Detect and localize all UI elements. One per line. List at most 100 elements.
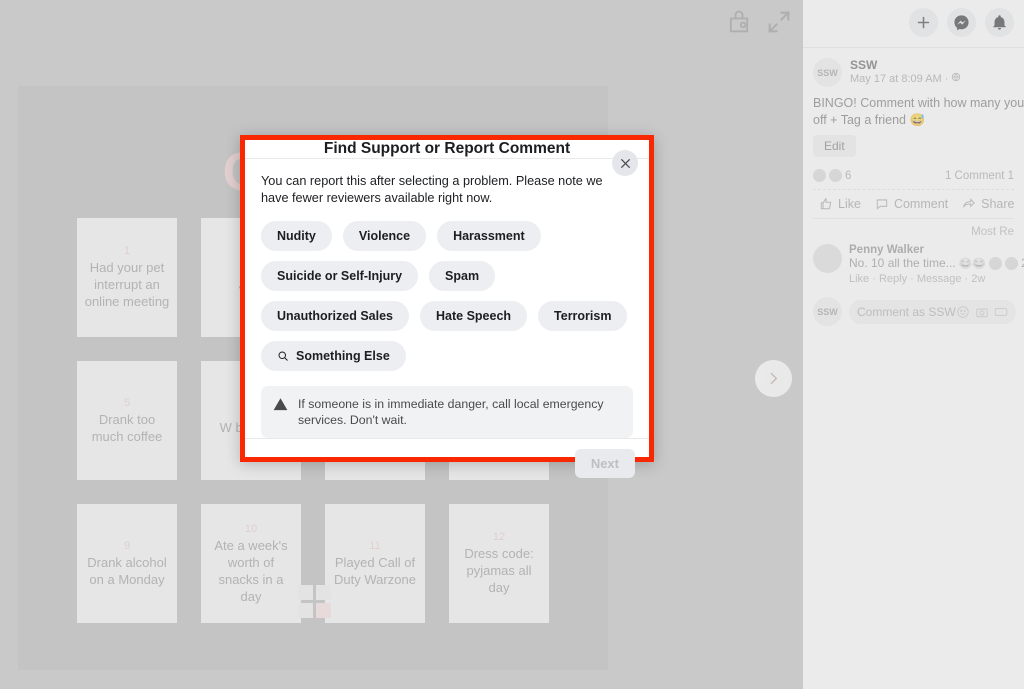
reaction-summary[interactable]: 6 — [813, 169, 851, 182]
report-option-nudity[interactable]: Nudity — [261, 221, 332, 251]
dialog-header: Find Support or Report Comment — [245, 140, 649, 159]
bingo-cell[interactable]: 5 Drank too much coffee — [77, 361, 177, 480]
post-body-line1: BINGO! Comment with how many you ma — [813, 95, 1014, 112]
cell-number: 5 — [124, 397, 130, 409]
close-button[interactable] — [612, 150, 638, 176]
share-arrow-icon — [962, 197, 976, 211]
bingo-cell[interactable]: 12 Dress code: pyjamas all day — [449, 504, 549, 623]
cell-text: Dress code: pyjamas all day — [455, 545, 543, 596]
option-label: Something Else — [296, 349, 390, 363]
warning-text: If someone is in immediate danger, call … — [298, 396, 621, 428]
option-label: Nudity — [277, 229, 316, 243]
option-label: Terrorism — [554, 309, 611, 323]
camera-icon — [975, 305, 989, 319]
reaction-count: 6 — [845, 170, 851, 182]
share-label: Share — [981, 197, 1014, 211]
avatar: SSW — [813, 297, 842, 326]
shopping-tag-icon[interactable] — [725, 8, 753, 36]
dialog-description: You can report this after selecting a pr… — [261, 173, 633, 207]
thumbs-up-icon — [819, 197, 833, 211]
expand-icon[interactable] — [765, 8, 793, 36]
comment-composer: SSW Comment as SSW — [813, 285, 1014, 326]
report-dialog: Find Support or Report Comment You can r… — [245, 140, 649, 457]
report-option-spam[interactable]: Spam — [429, 261, 495, 291]
post-timestamp[interactable]: May 17 at 8:09 AM — [850, 73, 942, 85]
post-sidebar: SSW SSW May 17 at 8:09 AM · BINGO! Comme… — [803, 0, 1024, 689]
edit-button[interactable]: Edit — [813, 135, 856, 157]
haha-reaction-icon — [829, 169, 842, 182]
dialog-title: Find Support or Report Comment — [324, 140, 570, 158]
warning-triangle-icon — [273, 397, 288, 412]
cell-text: Had your pet interrupt an online meeting — [83, 259, 171, 310]
cell-number: 1 — [124, 245, 130, 257]
report-options: Nudity Violence Harassment Suicide or Se… — [261, 221, 633, 371]
bingo-cell[interactable]: 1 Had your pet interrupt an online meeti… — [77, 218, 177, 337]
post-body-line2: off + Tag a friend 😅 — [813, 112, 1014, 129]
indicator-square — [298, 585, 313, 600]
comment-sort[interactable]: Most Re — [813, 219, 1014, 242]
post-header: SSW SSW May 17 at 8:09 AM · — [813, 58, 1014, 87]
like-reaction-icon — [989, 257, 1002, 270]
chevron-right-icon — [765, 370, 782, 387]
share-action[interactable]: Share — [962, 197, 1014, 211]
create-button[interactable] — [909, 8, 938, 37]
cell-number: 12 — [493, 531, 505, 543]
dialog-footer: Next — [245, 438, 649, 488]
like-action[interactable]: Like — [819, 197, 861, 211]
report-option-suicide-or-self-injury[interactable]: Suicide or Self-Injury — [261, 261, 418, 291]
next-button[interactable]: Next — [575, 449, 635, 478]
comment-emojis: 😂😂 — [959, 257, 986, 270]
page-indicator[interactable] — [298, 585, 331, 618]
comment-action[interactable]: Comment — [875, 197, 948, 211]
bingo-cell[interactable]: 11 Played Call of Duty Warzone — [325, 504, 425, 623]
rail-toolbar — [803, 0, 1024, 47]
close-icon — [619, 157, 632, 170]
report-option-unauthorized-sales[interactable]: Unauthorized Sales — [261, 301, 409, 331]
report-option-violence[interactable]: Violence — [343, 221, 426, 251]
comment-author[interactable]: Penny Walker — [849, 244, 1024, 256]
bingo-cell[interactable]: 9 Drank alcohol on a Monday — [77, 504, 177, 623]
cell-text: Drank too much coffee — [83, 411, 171, 445]
plus-icon — [915, 14, 932, 31]
report-option-hate-speech[interactable]: Hate Speech — [420, 301, 527, 331]
comment-input-box[interactable]: Comment as SSW — [849, 300, 1016, 324]
haha-reaction-icon — [1005, 257, 1018, 270]
post-author[interactable]: SSW — [850, 58, 961, 72]
cell-text: Ate a week's worth of snacks in a day — [207, 537, 295, 605]
like-label: Like — [838, 197, 861, 211]
next-photo-button[interactable] — [755, 360, 792, 397]
messenger-button[interactable] — [947, 8, 976, 37]
comment-input-placeholder: Comment as SSW — [857, 305, 956, 319]
composer-icons — [956, 305, 1008, 319]
dialog-body: You can report this after selecting a pr… — [245, 159, 649, 438]
comment-bubble-icon — [875, 197, 889, 211]
avatar[interactable] — [813, 244, 842, 273]
indicator-square — [316, 603, 331, 618]
option-label: Spam — [445, 269, 479, 283]
comment-count[interactable]: 1 Comment 1 — [945, 170, 1014, 182]
comment: Penny Walker No. 10 all the time... 😂😂 2… — [813, 242, 1014, 285]
post-counts: 6 1 Comment 1 — [813, 169, 1014, 182]
notifications-button[interactable] — [985, 8, 1014, 37]
emergency-warning: If someone is in immediate danger, call … — [261, 386, 633, 438]
post: SSW SSW May 17 at 8:09 AM · BINGO! Comme… — [803, 58, 1024, 326]
option-label: Harassment — [453, 229, 525, 243]
bingo-cell[interactable]: 10 Ate a week's worth of snacks in a day — [201, 504, 301, 623]
report-option-something-else[interactable]: Something Else — [261, 341, 406, 371]
cell-number: 11 — [369, 540, 380, 552]
rail-divider — [803, 47, 1024, 48]
screen: COVID 1 Had your pet interrupt an online… — [0, 0, 1024, 689]
search-icon — [277, 350, 289, 362]
avatar[interactable]: SSW — [813, 58, 842, 87]
comment-label: Comment — [894, 197, 948, 211]
gif-icon — [994, 305, 1008, 319]
emoji-icon — [956, 305, 970, 319]
post-actions: Like Comment Share — [813, 190, 1014, 218]
comment-actions[interactable]: Like · Reply · Message · 2w — [849, 273, 1024, 285]
option-label: Unauthorized Sales — [277, 309, 393, 323]
report-option-harassment[interactable]: Harassment — [437, 221, 541, 251]
cell-text: Drank alcohol on a Monday — [83, 554, 171, 588]
comment-text-row: No. 10 all the time... 😂😂 2 — [849, 256, 1024, 270]
report-option-terrorism[interactable]: Terrorism — [538, 301, 627, 331]
bell-icon — [991, 14, 1008, 31]
